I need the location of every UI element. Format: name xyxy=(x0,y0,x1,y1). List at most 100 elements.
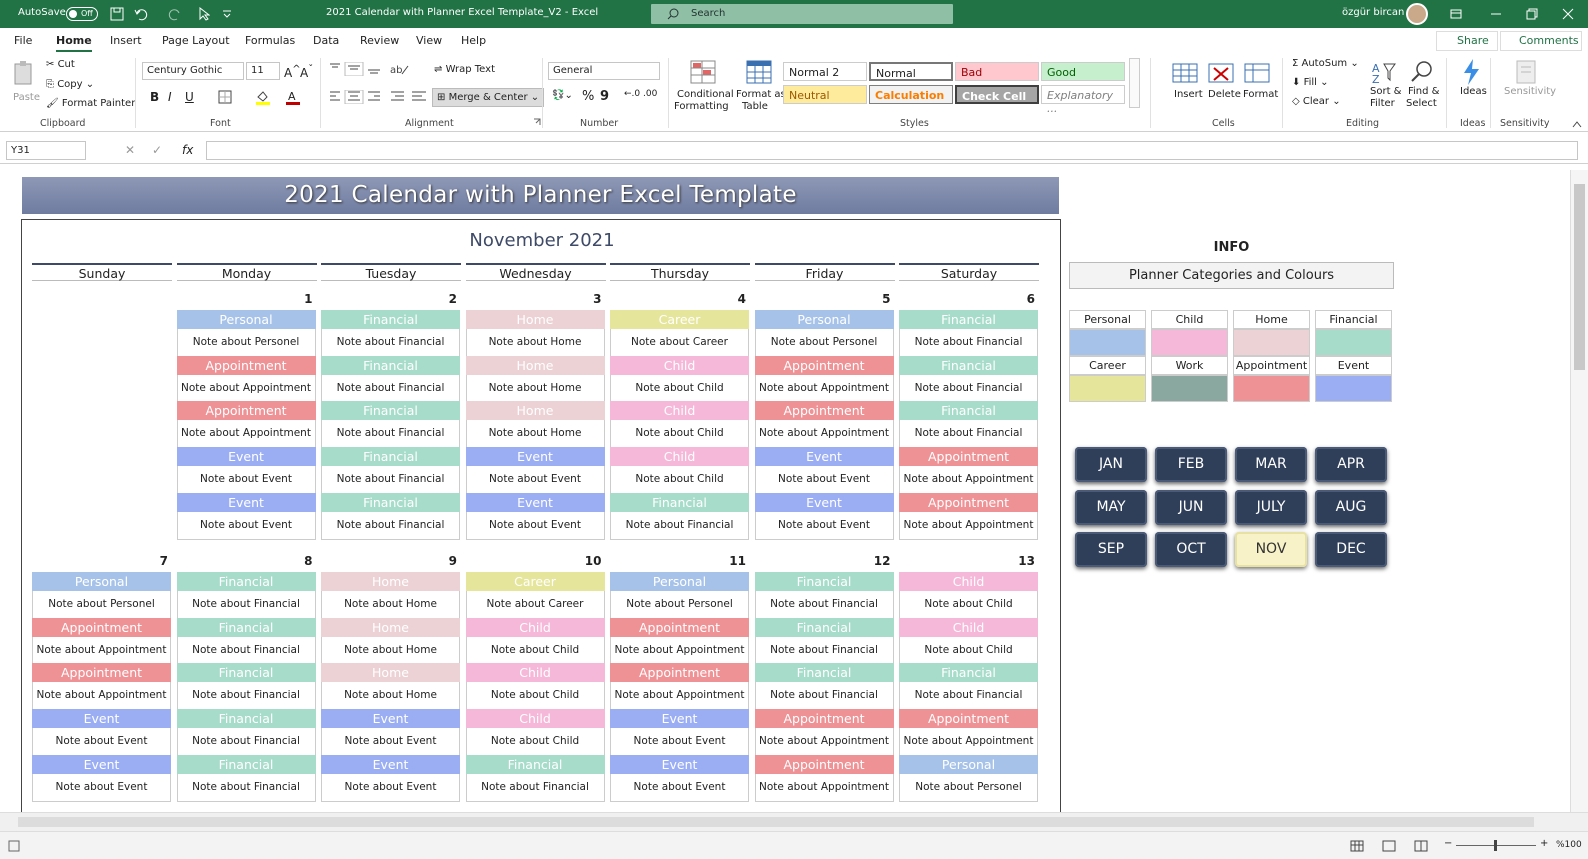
category-cell-event[interactable]: Event xyxy=(321,754,460,774)
note-cell[interactable]: Note about Event xyxy=(754,511,894,539)
category-cell-financial[interactable]: Financial xyxy=(176,663,316,683)
note-cell[interactable]: Note about Financial xyxy=(176,728,316,756)
category-cell-personal[interactable]: Personal xyxy=(899,754,1038,774)
category-cell-event[interactable]: Event xyxy=(754,492,894,512)
cancel-entry-icon[interactable]: ✕ xyxy=(125,143,135,157)
bold-button[interactable]: B xyxy=(150,90,159,104)
note-cell[interactable]: Note about Home xyxy=(321,682,460,710)
category-cell-career[interactable]: Career xyxy=(610,310,749,329)
note-cell[interactable]: Note about Financial xyxy=(176,773,316,801)
month-button-july[interactable]: JULY xyxy=(1235,489,1307,525)
note-cell[interactable]: Note about Financial xyxy=(899,420,1038,448)
menu-data[interactable]: Data xyxy=(313,34,339,47)
note-cell[interactable]: Note about Event xyxy=(465,466,605,494)
customize-toolbar-icon[interactable] xyxy=(222,9,232,19)
horizontal-scrollbar[interactable] xyxy=(0,812,1588,831)
category-cell-appointment[interactable]: Appointment xyxy=(32,617,171,637)
note-cell[interactable]: Note about Child xyxy=(610,466,749,494)
wrap-text-button[interactable]: ⇌ Wrap Text xyxy=(434,64,495,75)
zoom-level[interactable]: %100 xyxy=(1556,840,1582,850)
share-button[interactable]: Share xyxy=(1436,31,1498,51)
note-cell[interactable]: Note about Appointment xyxy=(754,374,894,402)
font-name-select[interactable]: Century Gothic xyxy=(142,62,244,80)
category-cell-financial[interactable]: Financial xyxy=(176,709,316,729)
collapse-ribbon-icon[interactable] xyxy=(1572,120,1582,128)
insert-function-icon[interactable]: fx xyxy=(182,143,193,157)
note-cell[interactable]: Note about Child xyxy=(610,420,749,448)
category-cell-financial[interactable]: Financial xyxy=(899,401,1038,421)
paste-icon[interactable] xyxy=(12,60,36,88)
category-cell-event[interactable]: Event xyxy=(32,709,171,729)
autosave-toggle[interactable]: Off xyxy=(66,7,98,21)
category-cell-home[interactable]: Home xyxy=(465,310,605,329)
note-cell[interactable]: Note about Event xyxy=(32,773,171,801)
vertical-align-icons[interactable] xyxy=(328,62,388,76)
note-cell[interactable]: Note about Financial xyxy=(465,773,605,801)
note-cell[interactable]: Note about Event xyxy=(610,773,749,801)
conditional-formatting-label[interactable]: Conditional xyxy=(677,89,734,100)
close-icon[interactable] xyxy=(1562,8,1574,20)
category-cell-financial[interactable]: Financial xyxy=(321,401,460,421)
month-button-jan[interactable]: JAN xyxy=(1075,447,1147,482)
indent-icons[interactable] xyxy=(390,90,428,104)
style-calculation[interactable]: Calculation xyxy=(869,85,953,104)
month-button-dec[interactable]: DEC xyxy=(1315,532,1387,567)
category-cell-personal[interactable]: Personal xyxy=(610,572,749,591)
menu-view[interactable]: View xyxy=(416,34,442,47)
format-cells-icon[interactable] xyxy=(1244,60,1270,84)
category-cell-financial[interactable]: Financial xyxy=(321,447,460,467)
note-cell[interactable]: Note about Financial xyxy=(321,420,460,448)
format-as-table-label[interactable]: Format as xyxy=(736,89,786,100)
normal-view-icon[interactable] xyxy=(1350,840,1364,852)
name-box[interactable]: Y31 xyxy=(6,141,86,160)
number-format-select[interactable]: General xyxy=(548,62,660,80)
style-bad[interactable]: Bad xyxy=(955,62,1039,81)
note-cell[interactable]: Note about Career xyxy=(610,329,749,356)
category-cell-appointment[interactable]: Appointment xyxy=(754,754,894,774)
month-button-jun[interactable]: JUN xyxy=(1155,489,1227,525)
menu-review[interactable]: Review xyxy=(360,34,399,47)
category-cell-personal[interactable]: Personal xyxy=(176,310,316,329)
note-cell[interactable]: Note about Event xyxy=(32,728,171,756)
insert-cells-icon[interactable] xyxy=(1172,60,1198,84)
category-cell-financial[interactable]: Financial xyxy=(176,572,316,591)
month-button-sep[interactable]: SEP xyxy=(1075,532,1147,567)
note-cell[interactable]: Note about Appointment xyxy=(899,466,1038,494)
category-cell-financial[interactable]: Financial xyxy=(754,617,894,637)
month-button-feb[interactable]: FEB xyxy=(1155,447,1227,482)
note-cell[interactable]: Note about Child xyxy=(899,636,1038,664)
category-cell-event[interactable]: Event xyxy=(465,492,605,512)
category-cell-home[interactable]: Home xyxy=(465,401,605,421)
category-cell-appointment[interactable]: Appointment xyxy=(754,355,894,375)
note-cell[interactable]: Note about Financial xyxy=(610,511,749,539)
note-cell[interactable]: Note about Appointment xyxy=(32,682,171,710)
month-button-may[interactable]: MAY xyxy=(1075,489,1147,525)
menu-formulas[interactable]: Formulas xyxy=(245,34,295,47)
comments-button[interactable]: Comments xyxy=(1500,31,1582,51)
worksheet[interactable]: 2021 Calendar with Planner Excel Templat… xyxy=(0,170,1570,819)
menu-file[interactable]: File xyxy=(14,34,32,47)
category-cell-appointment[interactable]: Appointment xyxy=(176,355,316,375)
minimize-icon[interactable] xyxy=(1490,8,1502,20)
note-cell[interactable]: Note about Child xyxy=(465,682,605,710)
menu-help[interactable]: Help xyxy=(461,34,486,47)
fill-color-icon[interactable] xyxy=(255,89,271,105)
note-cell[interactable]: Note about Personel xyxy=(899,773,1038,801)
note-cell[interactable]: Note about Financial xyxy=(176,682,316,710)
note-cell[interactable]: Note about Event xyxy=(754,466,894,494)
category-cell-event[interactable]: Event xyxy=(176,492,316,512)
format-as-table-icon[interactable] xyxy=(746,60,772,84)
style-normal-2[interactable]: Normal 2 xyxy=(783,62,867,81)
style-normal[interactable]: Normal xyxy=(869,62,953,81)
category-cell-child[interactable]: Child xyxy=(610,355,749,375)
orientation-icon[interactable]: ab xyxy=(390,62,410,76)
category-cell-personal[interactable]: Personal xyxy=(754,310,894,329)
category-cell-financial[interactable]: Financial xyxy=(610,492,749,512)
note-cell[interactable]: Note about Personel xyxy=(610,591,749,618)
ideas-icon[interactable] xyxy=(1459,58,1483,86)
autosum-button[interactable]: Σ AutoSum ⌄ xyxy=(1292,58,1359,69)
accessibility-icon[interactable] xyxy=(8,840,20,852)
note-cell[interactable]: Note about Financial xyxy=(321,329,460,356)
redo-icon[interactable] xyxy=(168,7,182,21)
zoom-out-button[interactable]: − xyxy=(1444,838,1452,849)
